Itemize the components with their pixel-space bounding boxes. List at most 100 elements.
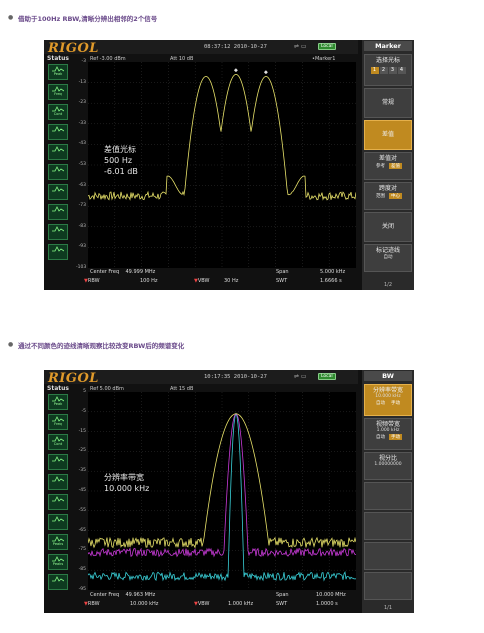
waveform-icon (52, 206, 64, 212)
local-badge[interactable]: Local (318, 43, 336, 50)
menu-title: Marker (364, 41, 412, 51)
local-badge[interactable]: Local (318, 373, 336, 380)
status-button-label: Peaks (52, 542, 64, 546)
status-button[interactable]: Freq (48, 84, 68, 100)
marker-readout: 差值光标 500 Hz -6.01 dB (104, 144, 138, 177)
rbw-menu-label: 分辨率带宽 (372, 387, 403, 394)
vbw-menu-label: 视频带宽 (375, 421, 400, 428)
delta-pair-ref: 参考 (376, 164, 385, 169)
status-button[interactable] (48, 514, 68, 530)
analyzer-screen-2: RIGOL 10:17:35 2010-10-27 ⇌ ▭ Local Stat… (44, 370, 414, 613)
status-button[interactable] (48, 574, 68, 590)
delta-pair-delta: 差值 (389, 163, 402, 169)
rbw: ▼RBW (84, 278, 100, 284)
y-tick-label: -85 (78, 567, 86, 573)
status-button[interactable]: Cont (48, 104, 68, 120)
status-button[interactable]: Peaks (48, 554, 68, 570)
marker-trace-label: 标记迹线 (375, 247, 400, 254)
rigol-logo: RIGOL (48, 41, 99, 56)
y-tick-label: -33 (78, 120, 86, 126)
attenuation: Att 10 dB (170, 56, 194, 62)
status-button[interactable] (48, 224, 68, 240)
vbw-button[interactable]: 视频带宽 1.000 kHz 自动 手动 (364, 418, 412, 450)
vbw-auto: 自动 (376, 435, 385, 440)
y-tick-label: -75 (78, 547, 86, 553)
status-label: Status (47, 385, 69, 392)
swt: SWT (276, 601, 288, 607)
status-button-label: Cont (53, 442, 63, 446)
y-tick-label: -25 (78, 448, 86, 454)
status-button[interactable] (48, 164, 68, 180)
usb-icon: ⇌ ▭ (294, 373, 307, 380)
swt: SWT (276, 278, 288, 284)
y-tick-label: -83 (78, 223, 86, 229)
page-indicator[interactable]: 1/2 (364, 282, 412, 288)
marker-4[interactable]: 4 (397, 67, 406, 74)
ref-level: Ref -3.00 dBm (90, 56, 126, 62)
status-button[interactable] (48, 244, 68, 260)
span-pair-button[interactable]: 跨度对 范围 中心 (364, 182, 412, 210)
empty-softkey[interactable] (364, 572, 412, 600)
status-button[interactable] (48, 144, 68, 160)
span-value: 10.000 MHz (316, 592, 346, 598)
empty-softkey[interactable] (364, 512, 412, 540)
status-button[interactable] (48, 124, 68, 140)
y-tick-label: -63 (78, 182, 86, 188)
delta-pair-button[interactable]: 差值对 参考 差值 (364, 152, 412, 180)
delta-pair-label: 差值对 (378, 155, 397, 162)
waveform-icon (52, 166, 64, 172)
waveform-icon (52, 126, 64, 132)
empty-softkey[interactable] (364, 542, 412, 570)
status-button[interactable]: Peak (48, 394, 68, 410)
select-marker-button[interactable]: 选择光标 1234 (364, 54, 412, 86)
marker-symbol: ◆ (264, 69, 268, 75)
waveform-icon (52, 456, 64, 462)
empty-softkey[interactable] (364, 482, 412, 510)
clock: 10:17:35 2010-10-27 (204, 374, 267, 380)
span-value: 5.000 kHz (320, 269, 346, 275)
waveform-icon (52, 496, 64, 502)
vbw: ▼VBW (194, 278, 210, 284)
span-pair-range: 范围 (376, 194, 385, 199)
ratio-button[interactable]: 视分比 1.00000000 (364, 452, 412, 480)
status-button-label: Cont (53, 112, 63, 116)
vbw: ▼VBW (194, 601, 210, 607)
waveform-icon (52, 246, 64, 252)
normal-button[interactable]: 常规 (364, 88, 412, 118)
status-button[interactable] (48, 204, 68, 220)
waveform-icon (52, 476, 64, 482)
vbw-menu-value: 1.000 kHz (376, 428, 400, 433)
marker-1[interactable]: 1 (370, 67, 379, 74)
waveform-icon (52, 516, 64, 522)
marker-3[interactable]: 3 (388, 67, 397, 74)
status-button[interactable] (48, 454, 68, 470)
swt-value: 1.0000 s (316, 601, 338, 607)
off-button[interactable]: 关闭 (364, 212, 412, 242)
attenuation: Att 15 dB (170, 386, 194, 392)
marker-trace-button[interactable]: 标记迹线 自动 (364, 244, 412, 272)
spectrum-plot: 分辨率带宽 10.000 kHz (88, 392, 356, 590)
menu-title: BW (364, 371, 412, 381)
y-tick-label: -15 (78, 428, 86, 434)
marker-symbol: ◆ (234, 67, 238, 73)
marker-2[interactable]: 2 (379, 67, 388, 74)
rbw-button[interactable]: 分辨率带宽 10.000 kHz 自动 手动 (364, 384, 412, 416)
span-pair-label: 跨度对 (378, 185, 397, 192)
readout-freq: 500 Hz (104, 156, 133, 165)
y-tick-label: -55 (78, 507, 86, 513)
rbw-menu-value: 10.000 kHz (375, 394, 401, 399)
page-indicator[interactable]: 1/1 (364, 605, 412, 611)
status-button[interactable]: Peaks (48, 534, 68, 550)
status-button-label: Freq (54, 92, 62, 96)
status-button[interactable]: Cont (48, 434, 68, 450)
status-button[interactable] (48, 474, 68, 490)
y-tick-label: -53 (78, 162, 86, 167)
delta-button[interactable]: 差值 (364, 120, 412, 150)
span: Span (276, 592, 289, 598)
status-button[interactable] (48, 184, 68, 200)
caption-second: 通过不同颜色的迹线清晰观察比较改变RBW后的频谱变化 (18, 342, 185, 350)
status-button[interactable]: Freq (48, 414, 68, 430)
status-button[interactable]: Peak (48, 64, 68, 80)
center-freq: Center Freq 49.999 MHz (90, 269, 156, 275)
status-button[interactable] (48, 494, 68, 510)
